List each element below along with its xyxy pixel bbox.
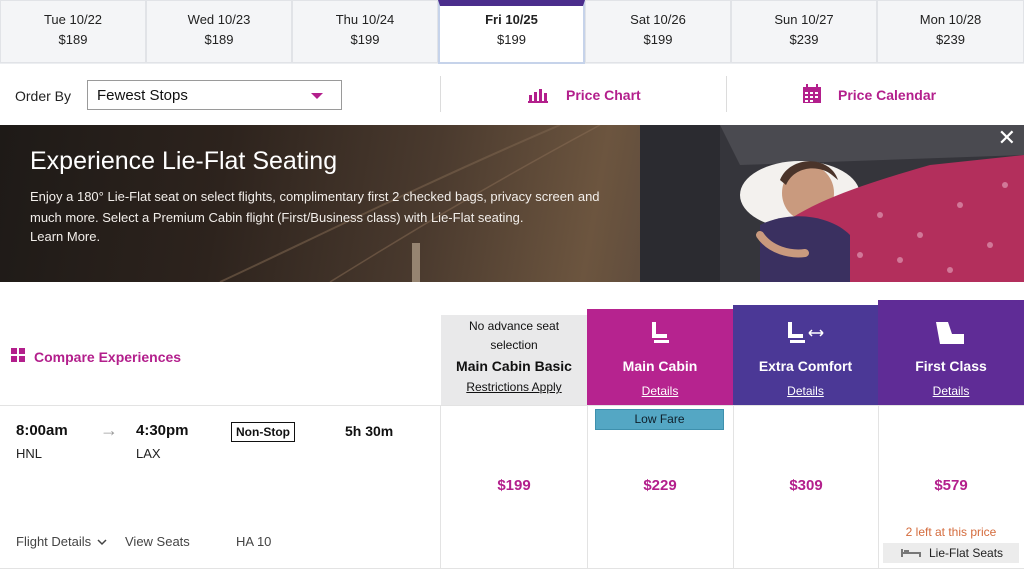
compare-experiences-link[interactable]: Compare Experiences [11,348,191,366]
arrow-right-icon: → [100,420,118,440]
low-fare-badge: Low Fare [595,409,724,430]
cabin-header-extra-comfort: Extra Comfort Details [733,305,878,405]
cabin-name: First Class [915,358,987,374]
close-icon[interactable]: ✕ [998,127,1016,149]
date-tab-day: Wed 10/23 [187,12,251,27]
lie-flat-seat-icon [936,322,964,344]
flight-duration: 5h 30m [345,423,394,439]
date-tab-tue[interactable]: Tue 10/22 $189 [0,0,146,63]
date-tab-price: $239 [789,32,819,47]
date-tab-day: Sun 10/27 [774,12,834,27]
date-tab-fri-selected[interactable]: Fri 10/25 $199 [438,0,585,64]
date-tab-wed[interactable]: Wed 10/23 $189 [146,0,292,63]
date-tab-day: Thu 10/24 [335,12,395,27]
sort-toolbar: Order By Fewest Stops Price Chart Price … [0,64,1024,124]
fare-price-main-cabin[interactable]: $229 [587,477,733,494]
details-link[interactable]: Details [587,384,733,398]
date-tab-price: $199 [497,32,526,47]
date-tab-day: Tue 10/22 [43,12,103,27]
view-seats-link[interactable]: View Seats [125,534,190,549]
date-strip: Tue 10/22 $189 Wed 10/23 $189 Thu 10/24 … [0,0,1024,64]
price-calendar-label: Price Calendar [838,87,937,103]
chevron-down-icon [97,539,107,546]
price-calendar-link[interactable]: Price Calendar [802,84,942,106]
depart-time: 8:00am [16,422,68,439]
date-tab-price: $189 [58,32,88,47]
fare-price-extra-comfort[interactable]: $309 [733,477,879,494]
divider [0,568,1024,569]
divider [0,405,1024,406]
date-tab-mon[interactable]: Mon 10/28 $239 [877,0,1024,63]
order-by-select[interactable]: Fewest Stops [87,80,342,110]
date-tab-price: $199 [350,32,380,47]
details-link[interactable]: Details [878,384,1024,398]
cabin-name: Extra Comfort [758,358,853,374]
flight-details-link[interactable]: Flight Details [16,534,107,549]
lie-flat-label: Lie-Flat Seats [929,546,1004,560]
cabin-name: Main Cabin [622,358,698,374]
learn-more-link[interactable]: Learn More. [30,229,100,244]
lie-flat-seats-badge: Lie-Flat Seats [883,543,1019,563]
divider [726,76,727,112]
cabin-header-main-cabin: Main Cabin Details [587,309,733,405]
bar-chart-icon [528,89,548,103]
bed-icon [901,549,921,557]
grid-icon [11,348,25,362]
date-tab-day: Sat 10/26 [630,12,686,27]
date-tab-price: $189 [204,32,234,47]
compare-experiences-label: Compare Experiences [34,349,182,365]
seat-icon [652,322,669,343]
restrictions-link[interactable]: Restrictions Apply [441,380,587,394]
price-chart-label: Price Chart [566,87,641,103]
date-tab-day: Fri 10/25 [485,12,538,27]
fare-price-main-cabin-basic[interactable]: $199 [441,477,587,494]
date-tab-price: $199 [643,32,673,47]
arrive-time: 4:30pm [136,422,189,439]
cabin-header-first-class: First Class Details [878,300,1024,405]
cabin-name: Main Cabin Basic [456,358,572,374]
date-tab-thu[interactable]: Thu 10/24 $199 [292,0,438,63]
order-by-value: Fewest Stops [97,87,188,104]
price-chart-link[interactable]: Price Chart [528,84,648,106]
flight-details-label: Flight Details [16,534,92,549]
caret-down-icon [311,93,323,99]
depart-airport: HNL [16,446,43,461]
order-by-label: Order By [15,88,72,104]
banner-description: Enjoy a 180° Lie-Flat seat on select fli… [30,189,600,225]
flight-number: HA 10 [236,534,272,549]
date-tab-sun[interactable]: Sun 10/27 $239 [731,0,877,63]
details-link[interactable]: Details [733,384,878,398]
lie-flat-promo-banner: Experience Lie-Flat Seating Enjoy a 180°… [0,125,1024,282]
seat-recline-icon [788,322,824,343]
arrive-airport: LAX [136,446,161,461]
divider [440,76,441,112]
cabin-header-main-cabin-basic: No advance seat selection Main Cabin Bas… [441,315,587,405]
banner-title: Experience Lie-Flat Seating [30,147,338,175]
fare-price-first-class[interactable]: $579 [878,477,1024,494]
date-tab-price: $239 [936,32,965,47]
calendar-icon [803,84,821,103]
date-tab-sat[interactable]: Sat 10/26 $199 [585,0,731,63]
stops-badge: Non-Stop [231,422,295,442]
seats-left-note: 2 left at this price [905,525,997,539]
date-tab-day: Mon 10/28 [919,12,982,27]
basic-note: No advance seat selection [468,319,560,352]
